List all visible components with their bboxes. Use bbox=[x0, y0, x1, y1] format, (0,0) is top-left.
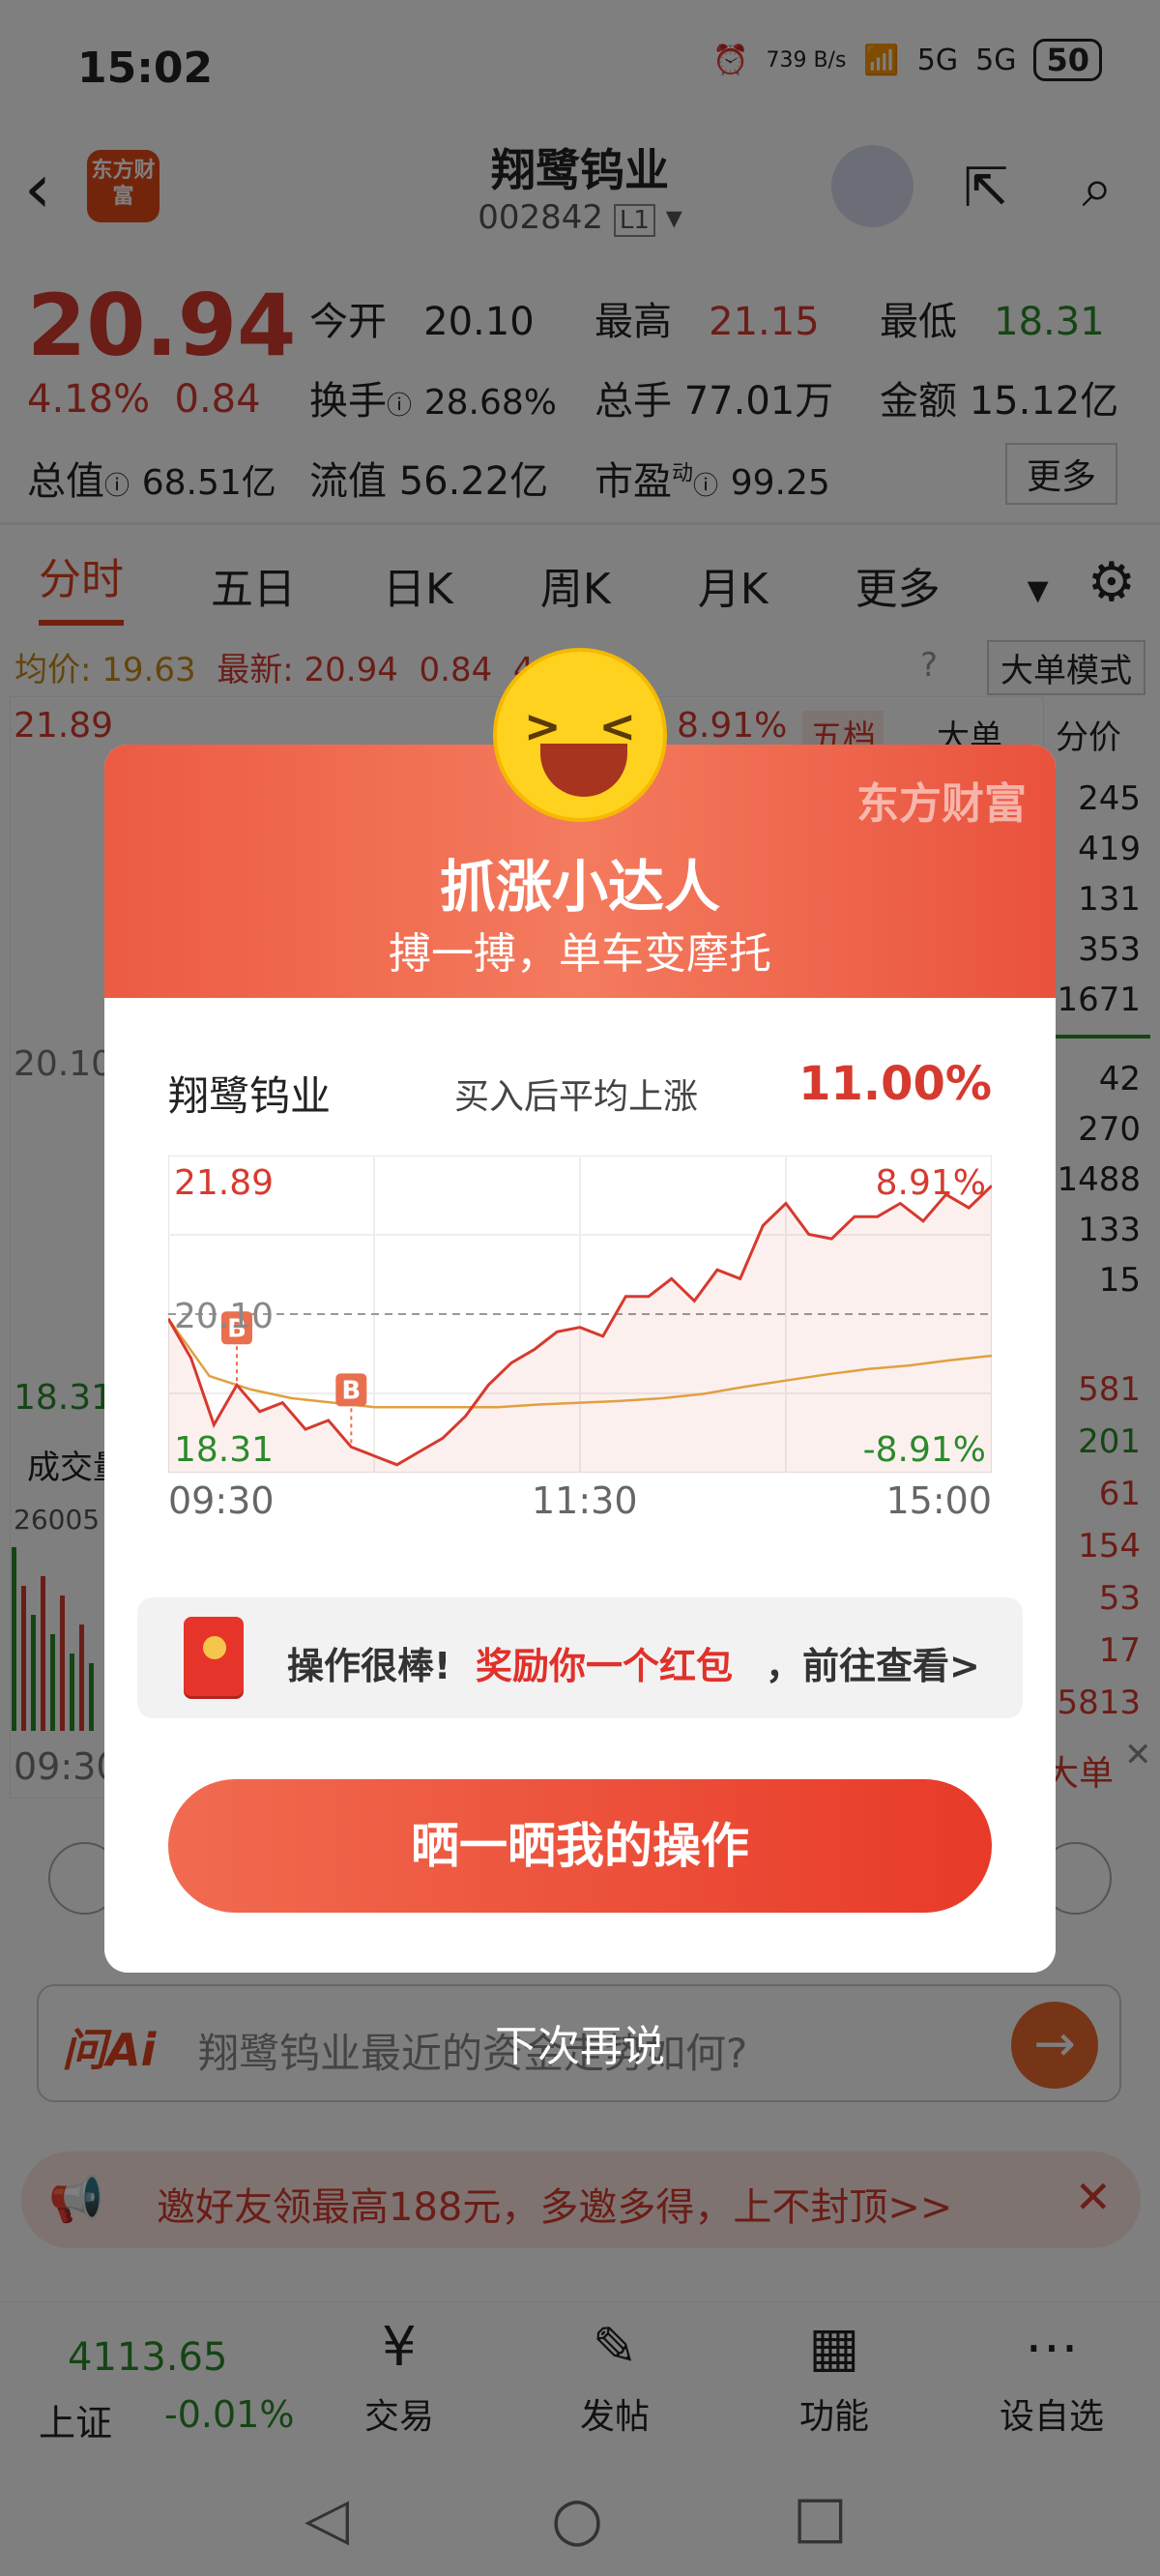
red-packet-banner[interactable]: 操作很棒! 奖励你一个红包 ，前往查看> bbox=[137, 1597, 1023, 1718]
achievement-dialog: 东方财富 抓涨小达人 搏一搏，单车变摩托 翔鹭钨业 买入后平均上涨 11.00%… bbox=[104, 745, 1056, 1973]
y-mid-label: 20.10 bbox=[174, 1297, 274, 1336]
red-envelope-icon bbox=[184, 1617, 244, 1696]
buy-marker-label: B bbox=[341, 1376, 361, 1405]
chart-stock-name: 翔鹭钨业 bbox=[168, 1072, 332, 1120]
intraday-mini-chart: BB 21.89 20.10 18.31 8.91% -8.91% bbox=[168, 1156, 992, 1473]
avg-rise-label: 买入后平均上涨 bbox=[453, 1077, 698, 1117]
pct-top-label: 8.91% bbox=[876, 1163, 986, 1203]
redpack-prefix: 操作很棒! bbox=[287, 1645, 451, 1687]
laughing-face-icon: > < bbox=[493, 648, 667, 822]
avg-rise-value: 11.00% bbox=[798, 1057, 992, 1111]
share-operation-button[interactable]: 晒一晒我的操作 bbox=[168, 1779, 992, 1913]
dialog-subtitle: 搏一搏，单车变摩托 bbox=[389, 929, 771, 979]
dialog-title: 抓涨小达人 bbox=[439, 854, 720, 920]
x-label-end: 15:00 bbox=[885, 1479, 992, 1522]
dialog-brand: 东方财富 bbox=[856, 779, 1027, 829]
x-label-mid: 11:30 bbox=[532, 1479, 638, 1522]
redpack-suffix: ，前往查看> bbox=[766, 1645, 980, 1687]
pct-bottom-label: -8.91% bbox=[863, 1430, 986, 1470]
y-bottom-label: 18.31 bbox=[174, 1430, 274, 1470]
redpack-highlight: 奖励你一个红包 bbox=[476, 1645, 734, 1687]
y-top-label: 21.89 bbox=[174, 1163, 274, 1203]
later-dismiss-link[interactable]: 下次再说 bbox=[0, 2011, 1160, 2073]
x-label-start: 09:30 bbox=[168, 1479, 275, 1522]
